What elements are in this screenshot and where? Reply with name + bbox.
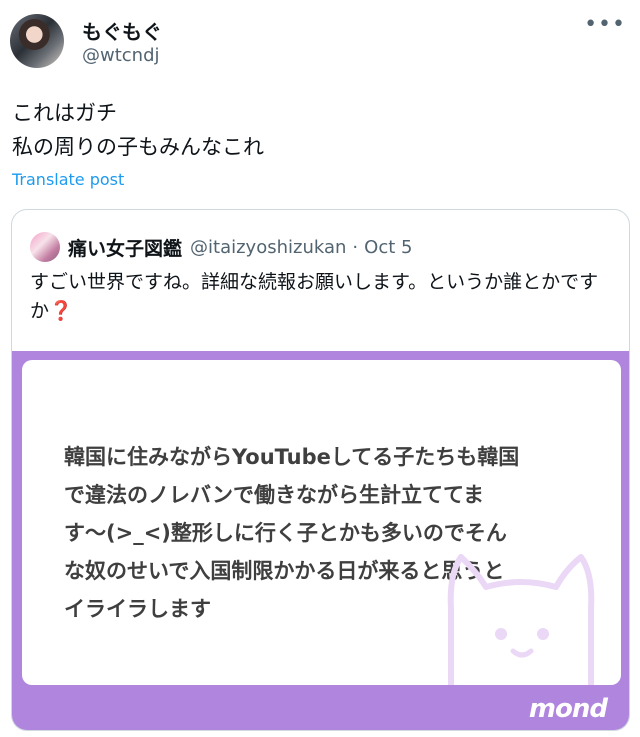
post-line: 私の周りの子もみんなこれ	[12, 135, 264, 159]
quoted-post-body: すごい世界ですね。詳細な続報お願いします。というか誰とかですか	[30, 271, 599, 322]
quoted-author-handle: @itaizyoshizukan	[190, 236, 347, 258]
quoted-post-text: すごい世界ですね。詳細な続報お願いします。というか誰とかですか❓	[30, 268, 615, 326]
question-mark-emoji-icon: ❓	[49, 300, 73, 322]
cat-watermark-icon	[447, 554, 595, 685]
author-avatar[interactable]	[10, 14, 64, 68]
image-card: 韓国に住みながらYouTubeしてる子たちも韓国 で違法のノレバンで働きながら生…	[22, 360, 621, 685]
quoted-author-avatar	[30, 232, 60, 262]
image-text-line: で違法のノレバンで働きながら生計立ててま	[64, 483, 484, 507]
quoted-post-image[interactable]: 韓国に住みながらYouTubeしてる子たちも韓国 で違法のノレバンで働きながら生…	[12, 351, 629, 730]
quoted-post-date: Oct 5	[364, 236, 413, 258]
quoted-post-card[interactable]: 痛い女子図鑑 @itaizyoshizukan · Oct 5 すごい世界ですね…	[11, 209, 630, 731]
post-text: これはガチ 私の周りの子もみんなこれ	[12, 96, 264, 164]
image-text-line: 韓国に住みながらYouTubeしてる子たちも韓国	[64, 445, 520, 469]
separator-dot: ·	[352, 236, 359, 258]
mond-logo: mond	[528, 694, 608, 724]
translate-post-link[interactable]: Translate post	[12, 170, 124, 189]
more-horizontal-icon[interactable]: •••	[584, 12, 626, 37]
quoted-post-header: 痛い女子図鑑 @itaizyoshizukan · Oct 5	[30, 230, 412, 264]
author-display-name[interactable]: もぐもぐ	[82, 16, 162, 45]
quoted-author-display-name: 痛い女子図鑑	[68, 237, 183, 260]
author-handle[interactable]: @wtcndj	[82, 45, 160, 66]
post-line: これはガチ	[12, 101, 117, 125]
